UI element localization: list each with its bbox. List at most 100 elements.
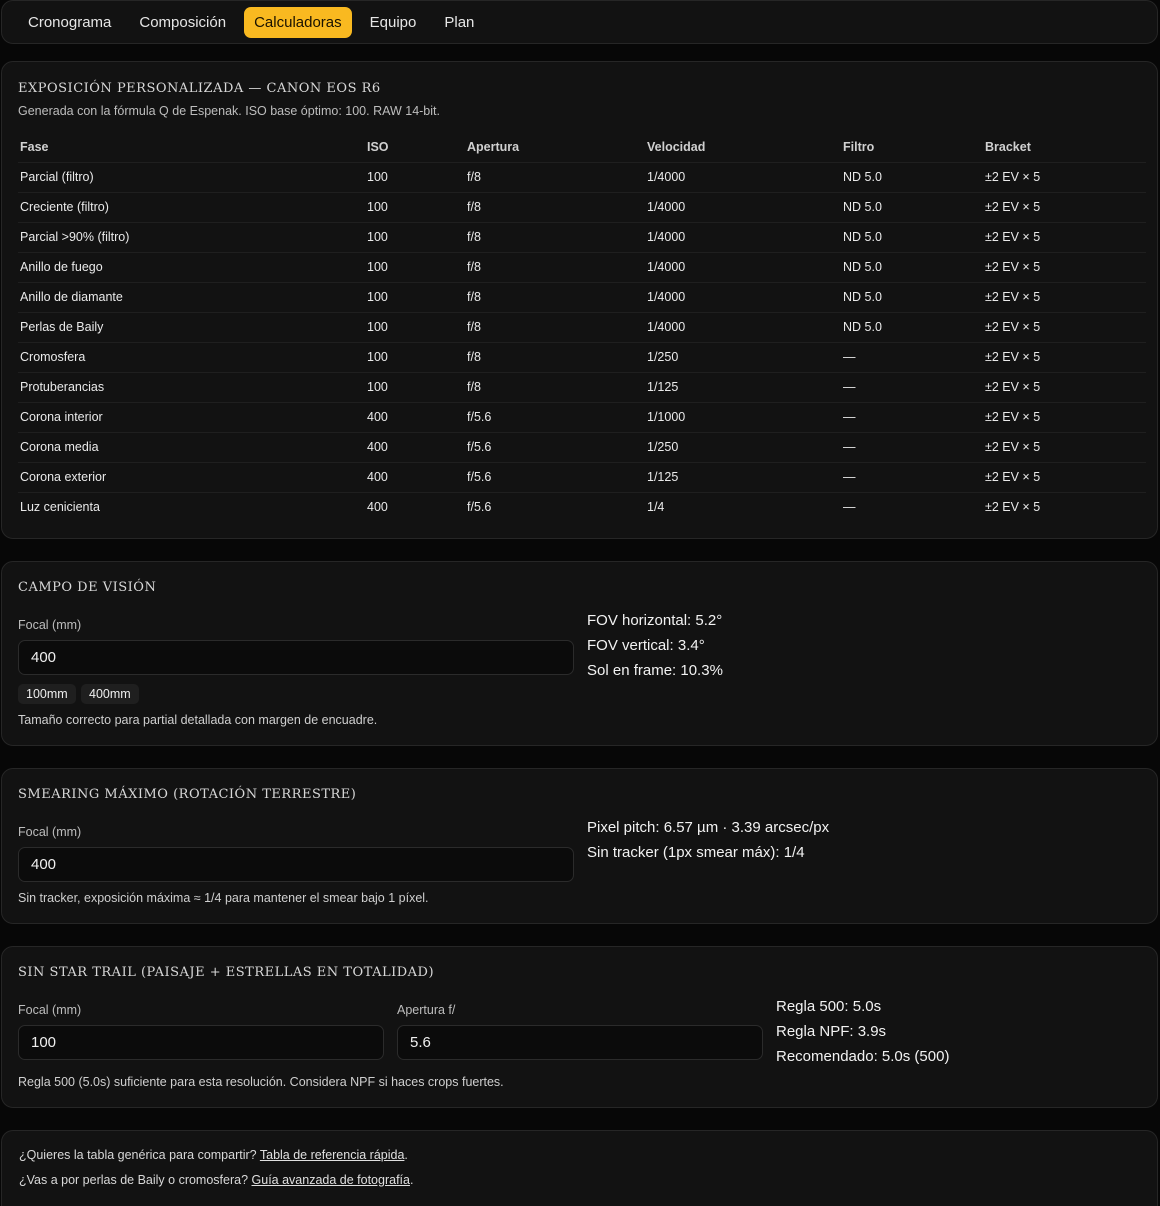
cell-iso: 400: [365, 461, 465, 492]
cell-apertura: f/5.6: [465, 461, 645, 492]
cell-filtro: ND 5.0: [841, 311, 983, 342]
tab-bar: Cronograma Composición Calculadoras Equi…: [1, 0, 1158, 44]
cell-bracket: ±2 EV × 5: [983, 161, 1146, 192]
startrail-aperture-input[interactable]: 5.6: [397, 1025, 763, 1060]
cell-filtro: ND 5.0: [841, 191, 983, 222]
cell-filtro: ND 5.0: [841, 161, 983, 192]
startrail-focal-input[interactable]: 100: [18, 1025, 384, 1060]
cell-velocidad: 1/4: [645, 491, 841, 522]
cell-velocidad: 1/4000: [645, 221, 841, 252]
footer-text-2: ¿Vas a por perlas de Baily o cromosfera?: [19, 1173, 252, 1187]
table-row: Perlas de Baily 100 f/8 1/4000 ND 5.0 ±2 EV ×…: [18, 311, 1146, 342]
cell-iso: 400: [365, 431, 465, 462]
exposure-card: Exposición personalizada — Canon EOS R6 …: [1, 61, 1158, 539]
footer-text-1: ¿Quieres la tabla genérica para comparti…: [19, 1148, 260, 1162]
chip-400mm[interactable]: 400mm: [81, 684, 139, 704]
cell-fase: Protuberancias: [18, 371, 365, 402]
cell-filtro: —: [841, 341, 983, 372]
chip-100mm[interactable]: 100mm: [18, 684, 76, 704]
cell-velocidad: 1/250: [645, 431, 841, 462]
table-row: Luz cenicienta 400 f/5.6 1/4— ±2 EV × 5: [18, 491, 1146, 522]
cell-fase: Parcial >90% (filtro): [18, 221, 365, 252]
cell-bracket: ±2 EV × 5: [983, 341, 1146, 372]
table-row: Creciente (filtro) 100 f/8 1/4000 ND 5.0 ±2 E…: [18, 191, 1146, 222]
cell-iso: 100: [365, 371, 465, 402]
cell-velocidad: 1/125: [645, 461, 841, 492]
cell-velocidad: 1/125: [645, 371, 841, 402]
startrail-title: Sin star trail (paisaje + estrellas en t…: [18, 965, 435, 980]
fov-vertical: FOV vertical: 3.4°: [587, 637, 705, 654]
cell-apertura: f/5.6: [465, 431, 645, 462]
cell-apertura: f/8: [465, 191, 645, 222]
footer-line-2: ¿Vas a por perlas de Baily o cromosfera?…: [19, 1173, 413, 1187]
cell-fase: Luz cenicienta: [18, 491, 365, 522]
table-header-row: Fase ISO Apertura Velocidad Filtro Brack…: [18, 132, 1146, 162]
cell-fase: Anillo de diamante: [18, 281, 365, 312]
cell-apertura: f/8: [465, 221, 645, 252]
table-row: Corona interior 400 f/5.6 1/1000— ±2 EV × 5: [18, 401, 1146, 432]
tab-calculadoras[interactable]: Calculadoras: [244, 6, 352, 38]
cell-fase: Corona media: [18, 431, 365, 462]
cell-velocidad: 1/1000: [645, 401, 841, 432]
cell-fase: Anillo de fuego: [18, 251, 365, 282]
header-velocidad: Velocidad: [647, 139, 706, 154]
cell-bracket: ±2 EV × 5: [983, 251, 1146, 282]
cell-filtro: ND 5.0: [841, 251, 983, 282]
table-row: Anillo de diamante 100 f/8 1/4000 ND 5.0 ±2 E…: [18, 281, 1146, 312]
cell-fase: Creciente (filtro): [18, 191, 365, 222]
cell-bracket: ±2 EV × 5: [983, 311, 1146, 342]
cell-apertura: f/8: [465, 281, 645, 312]
cell-velocidad: 1/4000: [645, 251, 841, 282]
cell-apertura: f/5.6: [465, 401, 645, 432]
cell-filtro: —: [841, 371, 983, 402]
cell-apertura: f/8: [465, 341, 645, 372]
smear-focal-input[interactable]: 400: [18, 847, 574, 882]
cell-iso: 400: [365, 491, 465, 522]
cell-velocidad: 1/4000: [645, 311, 841, 342]
smear-note: Sin tracker, exposición máxima ≈ 1/4 par…: [18, 891, 429, 905]
tab-composicion[interactable]: Composición: [129, 7, 236, 38]
cell-bracket: ±2 EV × 5: [983, 281, 1146, 312]
recommended-exposure: Recomendado: 5.0s (500): [776, 1048, 950, 1065]
smear-no-tracker: Sin tracker (1px smear máx): 1/4: [587, 844, 805, 861]
tab-plan[interactable]: Plan: [434, 7, 484, 38]
header-fase: Fase: [20, 139, 49, 154]
startrail-note: Regla 500 (5.0s) suficiente para esta re…: [18, 1075, 504, 1089]
smear-title: Smearing máximo (rotación terrestre): [18, 787, 357, 802]
cell-bracket: ±2 EV × 5: [983, 491, 1146, 522]
header-filtro: Filtro: [843, 139, 875, 154]
cell-fase: Perlas de Baily: [18, 311, 365, 342]
header-apertura: Apertura: [467, 139, 520, 154]
table-row: Anillo de fuego 100 f/8 1/4000 ND 5.0 ±2 EV ×…: [18, 251, 1146, 282]
smear-results: Pixel pitch: 6.57 µm · 3.39 arcsec/px Si…: [587, 815, 829, 865]
fov-focal-label: Focal (mm): [18, 618, 82, 632]
cell-bracket: ±2 EV × 5: [983, 431, 1146, 462]
cell-apertura: f/8: [465, 251, 645, 282]
table-row: Parcial (filtro) 100 f/8 1/4000 ND 5.0 ±2 EV …: [18, 161, 1146, 192]
exposure-table: Fase ISO Apertura Velocidad Filtro Brack…: [18, 132, 1146, 522]
cell-iso: 100: [365, 221, 465, 252]
cell-iso: 100: [365, 281, 465, 312]
header-bracket: Bracket: [985, 139, 1031, 154]
cell-iso: 100: [365, 341, 465, 372]
fov-focal-input[interactable]: 400: [18, 640, 574, 675]
cell-bracket: ±2 EV × 5: [983, 371, 1146, 402]
cell-iso: 100: [365, 161, 465, 192]
cell-filtro: —: [841, 461, 983, 492]
advanced-guide-link[interactable]: Guía avanzada de fotografía: [252, 1173, 410, 1187]
smear-card: Smearing máximo (rotación terrestre) Foc…: [1, 768, 1158, 924]
cell-iso: 100: [365, 251, 465, 282]
rule-npf: Regla NPF: 3.9s: [776, 1023, 887, 1040]
cell-bracket: ±2 EV × 5: [983, 221, 1146, 252]
cell-fase: Corona interior: [18, 401, 365, 432]
tab-cronograma[interactable]: Cronograma: [18, 7, 121, 38]
cell-fase: Cromosfera: [18, 341, 365, 372]
cell-apertura: f/8: [465, 161, 645, 192]
cell-apertura: f/5.6: [465, 491, 645, 522]
table-row: Parcial >90% (filtro) 100 f/8 1/4000 ND 5.0 ±…: [18, 221, 1146, 252]
tab-equipo[interactable]: Equipo: [360, 7, 427, 38]
quick-reference-link[interactable]: Tabla de referencia rápida: [260, 1148, 405, 1162]
cell-fase: Corona exterior: [18, 461, 365, 492]
rule-500: Regla 500: 5.0s: [776, 998, 882, 1015]
cell-apertura: f/8: [465, 371, 645, 402]
